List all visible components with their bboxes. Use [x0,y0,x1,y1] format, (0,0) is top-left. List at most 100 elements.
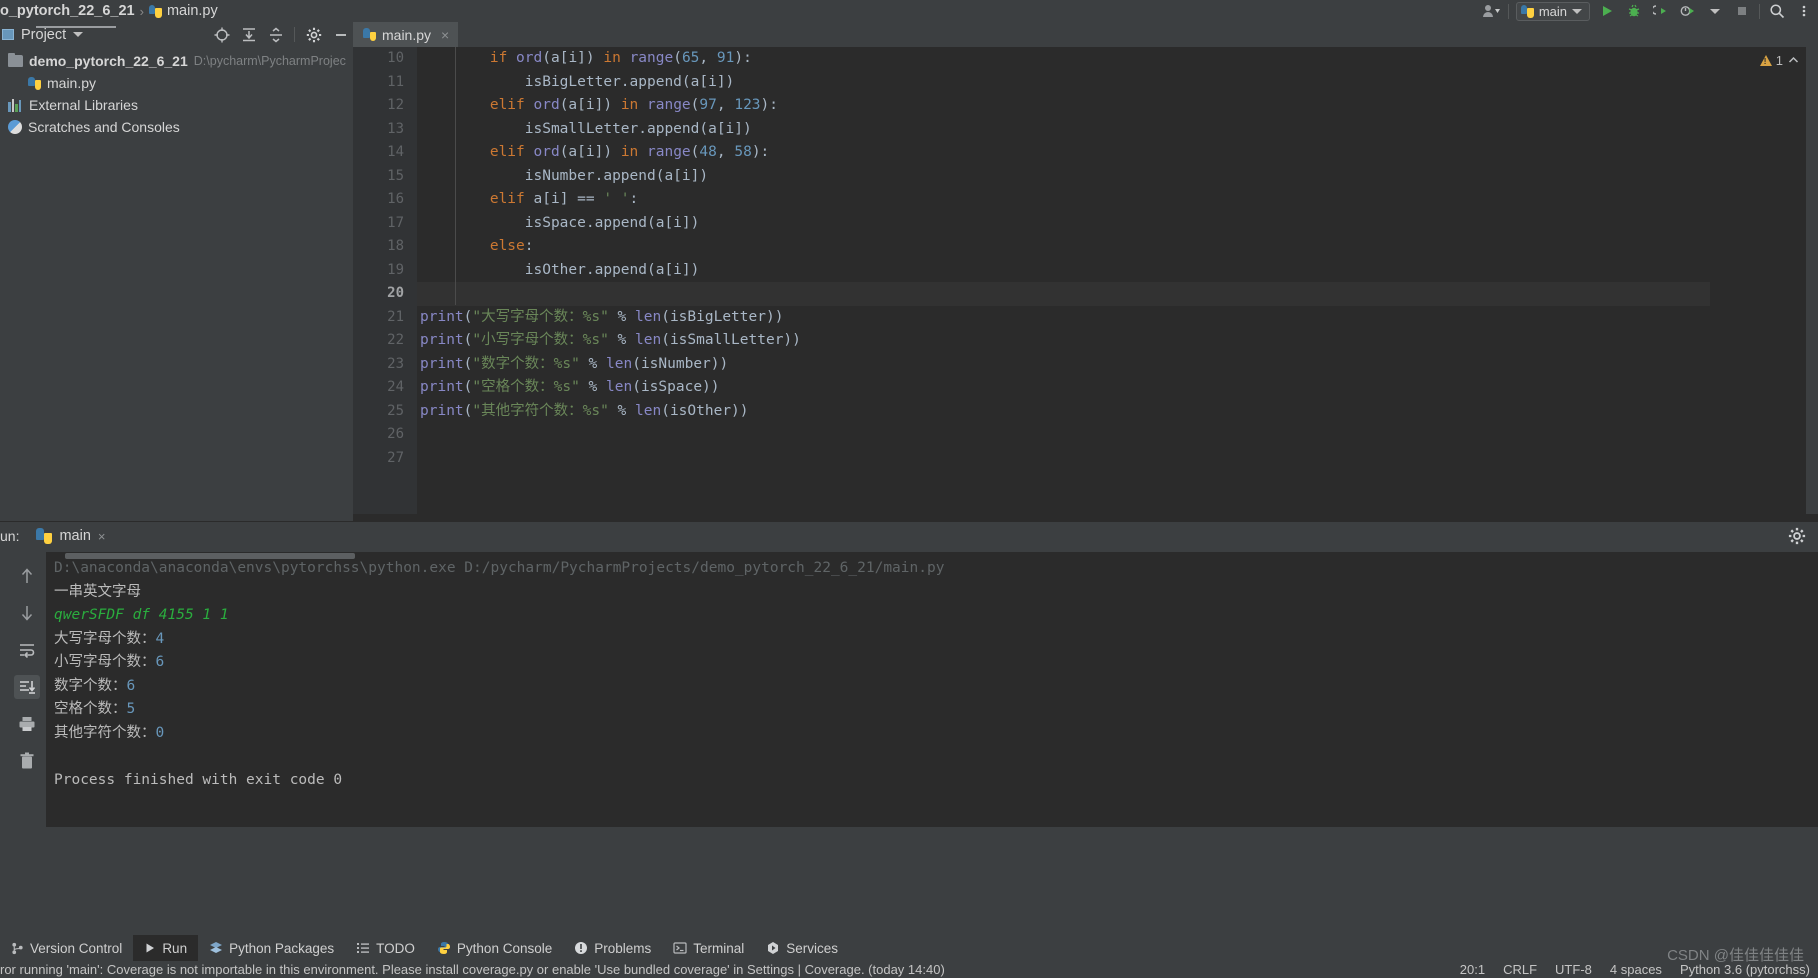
code-editor[interactable]: 10 11 12 13 14 15 16 17 18 19 20 21 22 23 24 25 26 27 if … [353,47,1818,521]
print-icon[interactable] [14,712,40,736]
line-number: 21 [387,308,404,325]
tree-item-scratches-consoles[interactable]: Scratches and Consoles [0,116,353,138]
console-line-value: 6 [126,677,136,694]
tree-item-external-libraries[interactable]: External Libraries [0,94,353,116]
code-line[interactable]: isOther.append(a[i]) [417,259,1710,283]
code-token: (isOther)) [661,402,749,419]
stop-icon[interactable] [1732,2,1752,20]
bottom-tab-python-console[interactable]: Python Console [426,935,563,961]
line-number: 23 [387,355,404,372]
bottom-tab-todo[interactable]: TODO [345,935,426,961]
tab-main-py[interactable]: main.py × [353,22,459,47]
code-line[interactable]: print("小写字母个数：%s" % len(isSmallLetter)) [417,329,1710,353]
profile-dropdown-icon[interactable] [1705,2,1725,20]
bottom-tab-services[interactable]: Services [755,935,849,961]
run-panel-label: un: [0,528,20,544]
code-token: 65 [681,50,700,66]
inspection-status-widget[interactable]: 1 [1759,47,1806,73]
run-coverage-icon[interactable] [1651,2,1671,20]
chevron-down-icon[interactable] [73,32,84,37]
scroll-down-icon[interactable] [14,601,40,625]
scroll-to-end-icon[interactable] [14,675,40,699]
line-separator[interactable]: CRLF [1503,962,1537,977]
python-interpreter[interactable]: Python 3.6 (pytorchss) [1680,962,1810,977]
close-icon[interactable]: × [98,529,106,544]
hide-panel-icon[interactable] [332,26,349,43]
code-line[interactable]: else: [417,235,1710,259]
console-line: 其他字符个数：0 [54,722,1818,746]
editor-marker-bar[interactable] [1806,47,1818,521]
code-token: ' ' [603,191,630,207]
code-line[interactable]: if ord(a[i]) in range(65, 91): [417,47,1710,71]
collapse-all-icon[interactable] [267,26,284,43]
run-console-output[interactable]: D:\anaconda\anaconda\envs\pytorchss\pyth… [46,552,1818,827]
code-line[interactable]: elif ord(a[i]) in range(97, 123): [417,94,1710,118]
debug-icon[interactable] [1624,2,1644,20]
caret-position[interactable]: 20:1 [1460,962,1485,977]
code-token: isBigLetter.append(a[i]) [524,73,735,90]
user-icon[interactable] [1481,2,1501,20]
bottom-tab-label: Python Packages [229,940,335,956]
code-line[interactable]: elif ord(a[i]) in range(48, 58): [417,141,1710,165]
breadcrumb-project[interactable]: o_pytorch_22_6_21 [0,3,135,19]
line-number: 17 [387,214,404,231]
file-encoding[interactable]: UTF-8 [1555,962,1592,977]
code-token: print [420,402,464,419]
tree-item-main-py[interactable]: main.py [0,72,353,94]
close-icon[interactable]: × [441,27,449,43]
editor-gutter[interactable]: 10 11 12 13 14 15 16 17 18 19 20 21 22 23 24 25 26 27 [353,47,417,521]
run-configuration-selector[interactable]: main [1515,1,1590,21]
expand-all-icon[interactable] [240,26,257,43]
code-line[interactable]: print("空格个数：%s" % len(isSpace)) [417,376,1710,400]
bottom-tab-run[interactable]: Run [133,935,199,961]
run-tab-main[interactable]: main × [36,528,106,544]
code-line[interactable] [417,423,1710,447]
code-line[interactable] [417,447,1710,471]
panel-divider [294,27,295,42]
console-line: 大写字母个数：4 [54,628,1818,652]
indent-setting[interactable]: 4 spaces [1610,962,1662,977]
bottom-tab-label: TODO [376,940,415,956]
toolbar-divider [1507,3,1509,19]
code-line[interactable]: print("数字个数：%s" % len(isNumber)) [417,353,1710,377]
warning-count: 1 [1775,52,1783,68]
bottom-tab-problems[interactable]: Problems [563,935,662,961]
bottom-tab-terminal[interactable]: Terminal [662,935,755,961]
settings-gear-icon[interactable] [305,26,322,43]
code-line[interactable]: print("其他字符个数：%s" % len(isOther)) [417,400,1710,424]
search-icon[interactable] [1767,2,1787,20]
code-line[interactable] [417,282,1710,306]
code-line[interactable]: elif a[i] == ' ': [417,188,1710,212]
breadcrumb-file[interactable]: main.py [148,3,218,19]
more-options-icon[interactable] [1794,2,1814,20]
code-line[interactable]: isSpace.append(a[i]) [417,212,1710,236]
run-icon[interactable] [1597,2,1617,20]
code-line[interactable]: print("大写字母个数：%s" % len(isBigLetter)) [417,306,1710,330]
bottom-tab-python-packages[interactable]: Python Packages [198,935,345,961]
console-hscrollbar-thumb[interactable] [65,553,355,559]
console-line-text: 大写字母个数： [54,630,156,647]
project-tool-window-title[interactable]: Project [0,27,84,43]
code-token: , [716,144,735,160]
editor-right-gap [1710,47,1818,521]
soft-wrap-icon[interactable] [14,638,40,662]
code-text-area[interactable]: if ord(a[i]) in range(65, 91): isBigLett… [417,47,1710,521]
bottom-tab-version-control[interactable]: Version Control [0,935,133,961]
scroll-up-icon[interactable] [14,564,40,588]
console-line-value: 5 [126,701,136,717]
python-file-icon [363,28,376,41]
tree-item-project-root[interactable]: demo_pytorch_22_6_21 D:\pycharm\PycharmP… [0,50,353,72]
project-tree[interactable]: demo_pytorch_22_6_21 D:\pycharm\PycharmP… [0,47,353,509]
profile-icon[interactable] [1678,2,1698,20]
code-token: (isBigLetter)) [661,308,784,325]
code-token: ord [516,50,543,66]
trash-icon[interactable] [14,749,40,773]
todo-list-icon [356,941,370,955]
run-settings-gear-icon[interactable] [1788,527,1806,545]
line-number: 22 [387,332,404,348]
code-line[interactable]: isNumber.append(a[i]) [417,165,1710,189]
locate-icon[interactable] [213,26,230,43]
chevron-up-icon[interactable] [1787,54,1800,67]
code-line[interactable]: isSmallLetter.append(a[i]) [417,118,1710,142]
code-line[interactable]: isBigLetter.append(a[i]) [417,71,1710,95]
